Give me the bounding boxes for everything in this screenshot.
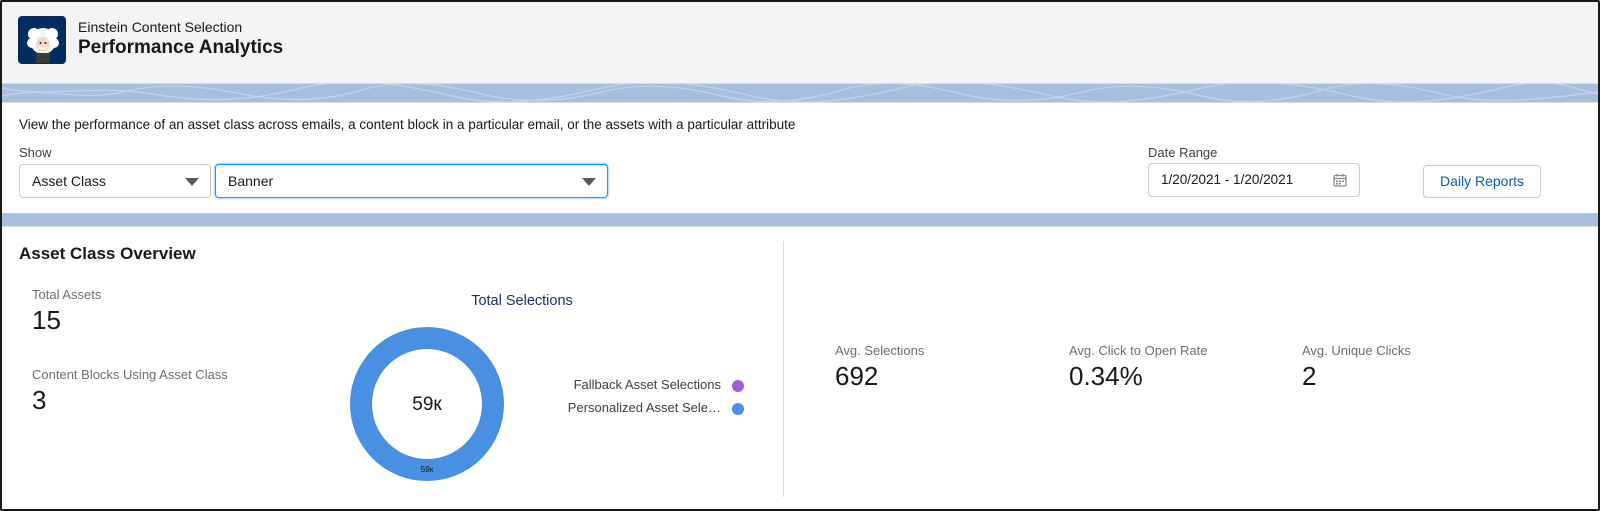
donut-chart: 59к 59к: [350, 327, 504, 481]
asset-class-overview: Asset Class Overview Total Assets 15 Con…: [2, 226, 1598, 509]
chart-title: Total Selections: [471, 293, 573, 309]
calendar-icon[interactable]: [1333, 173, 1347, 187]
show-value: Banner: [228, 173, 274, 189]
date-range-value: 1/20/2021 - 1/20/2021: [1161, 172, 1294, 187]
avg-unique-clicks-label: Avg. Unique Clicks: [1302, 343, 1411, 358]
legend-item-label: Personalized Asset Sele…: [567, 400, 721, 415]
donut-center-label: 59к: [412, 394, 442, 415]
overview-title: Asset Class Overview: [19, 244, 196, 263]
legend-color-dot[interactable]: [732, 380, 744, 392]
page-header: Einstein Content Selection Performance A…: [2, 2, 1598, 84]
app-subtitle: Einstein Content Selection: [78, 19, 243, 35]
show-type-value: Asset Class: [32, 173, 106, 189]
legend-item-label: Fallback Asset Selections: [573, 377, 721, 392]
show-label: Show: [19, 145, 52, 160]
slice-value-label: 59к: [421, 465, 434, 474]
total-assets-label: Total Assets: [32, 287, 102, 302]
avg-unique-clicks-value: 2: [1302, 361, 1317, 391]
chevron-down-icon: [582, 178, 596, 186]
show-type-select[interactable]: Asset Class: [19, 164, 211, 198]
date-range-label: Date Range: [1148, 145, 1218, 160]
content-blocks-label: Content Blocks Using Asset Class: [32, 367, 228, 382]
chevron-down-icon: [185, 178, 199, 186]
avg-ctor-label: Avg. Click to Open Rate: [1069, 343, 1208, 358]
filter-description: View the performance of an asset class a…: [19, 117, 796, 132]
section-gap: [2, 214, 1598, 226]
date-range-input[interactable]: 1/20/2021 - 1/20/2021: [1148, 163, 1360, 197]
decorative-band: [2, 84, 1598, 102]
show-value-select[interactable]: Banner: [215, 164, 608, 198]
total-assets-value: 15: [32, 305, 61, 335]
legend-color-dot[interactable]: [732, 403, 744, 415]
app-frame: Einstein Content Selection Performance A…: [0, 0, 1600, 511]
section-divider: [783, 241, 784, 497]
content-blocks-value: 3: [32, 385, 47, 415]
filter-panel: View the performance of an asset class a…: [2, 102, 1598, 214]
avg-ctor-value: 0.34%: [1069, 361, 1143, 391]
page-title: Performance Analytics: [78, 37, 284, 58]
daily-reports-button[interactable]: Daily Reports: [1423, 165, 1541, 198]
avg-selections-label: Avg. Selections: [835, 343, 925, 358]
avg-selections-value: 692: [835, 361, 879, 391]
einstein-logo-icon: [18, 16, 66, 64]
